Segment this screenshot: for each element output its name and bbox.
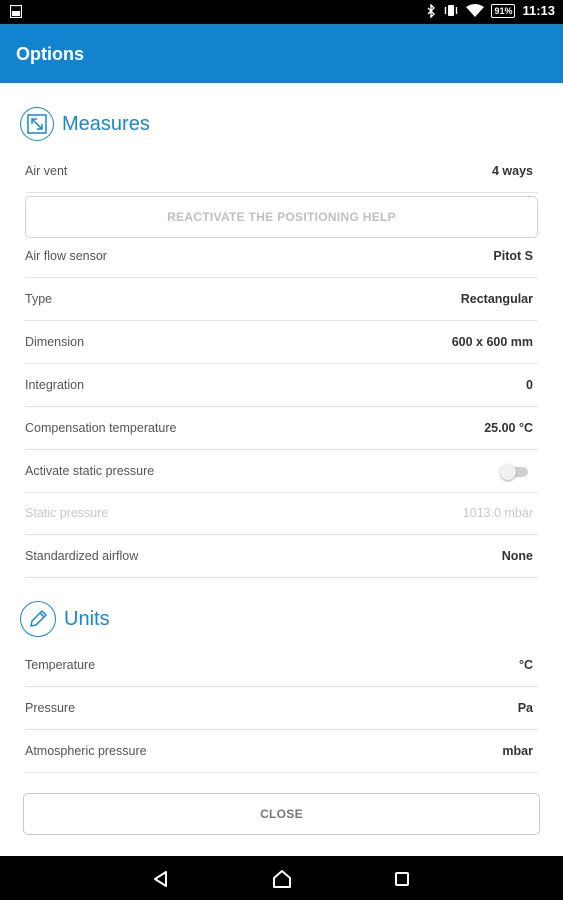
static-pressure-label: Static pressure bbox=[25, 506, 109, 520]
expand-arrows-icon bbox=[27, 114, 47, 134]
air-flow-sensor-label: Air flow sensor bbox=[25, 249, 107, 263]
integration-row[interactable]: Integration 0 bbox=[25, 364, 538, 407]
air-vent-label: Air vent bbox=[25, 164, 68, 178]
atmospheric-pressure-value: mbar bbox=[502, 744, 533, 758]
standardized-airflow-value: None bbox=[501, 549, 533, 563]
activate-static-pressure-label: Activate static pressure bbox=[25, 464, 155, 478]
temperature-label: Temperature bbox=[25, 658, 96, 672]
type-label: Type bbox=[25, 292, 53, 306]
units-section-header: Units bbox=[20, 601, 110, 637]
dimension-row[interactable]: Dimension 600 x 600 mm bbox=[25, 321, 538, 364]
recents-nav-button[interactable] bbox=[391, 868, 413, 890]
status-bar: 91% 11:13 bbox=[0, 0, 563, 24]
app-bar: Options bbox=[0, 24, 563, 83]
pencil-icon bbox=[30, 610, 47, 627]
toggle-knob bbox=[500, 464, 516, 480]
wifi-icon bbox=[466, 3, 485, 17]
type-row[interactable]: Type Rectangular bbox=[25, 278, 538, 321]
temperature-row[interactable]: Temperature °C bbox=[25, 644, 538, 687]
reactivate-positioning-help-button[interactable]: REACTIVATE THE POSITIONING HELP bbox=[25, 196, 538, 238]
air-vent-row[interactable]: Air vent 4 ways bbox=[25, 150, 538, 193]
measures-title: Measures bbox=[62, 112, 150, 135]
units-title: Units bbox=[64, 607, 110, 630]
battery-indicator: 91% bbox=[491, 3, 516, 18]
air-flow-sensor-value: Pitot S bbox=[493, 249, 533, 263]
integration-label: Integration bbox=[25, 378, 85, 392]
pressure-value: Pa bbox=[517, 701, 533, 715]
atmospheric-pressure-label: Atmospheric pressure bbox=[25, 744, 147, 758]
pressure-label: Pressure bbox=[25, 701, 76, 715]
page-title: Options bbox=[16, 44, 84, 64]
home-icon bbox=[273, 870, 291, 888]
bluetooth-icon bbox=[427, 3, 436, 18]
temperature-value: °C bbox=[518, 658, 533, 672]
back-triangle-icon bbox=[154, 871, 167, 887]
compensation-temperature-value: 25.00 °C bbox=[484, 421, 533, 435]
close-button[interactable]: CLOSE bbox=[23, 793, 540, 835]
measures-circle bbox=[20, 107, 54, 141]
back-nav-button[interactable] bbox=[150, 868, 172, 890]
air-vent-value: 4 ways bbox=[491, 164, 533, 178]
compensation-temperature-label: Compensation temperature bbox=[25, 421, 177, 435]
integration-value: 0 bbox=[526, 378, 533, 392]
pressure-row[interactable]: Pressure Pa bbox=[25, 687, 538, 730]
compensation-temperature-row[interactable]: Compensation temperature 25.00 °C bbox=[25, 407, 538, 450]
type-value: Rectangular bbox=[460, 292, 533, 306]
atmospheric-pressure-row[interactable]: Atmospheric pressure mbar bbox=[25, 730, 538, 773]
system-nav-bar bbox=[0, 856, 563, 900]
air-flow-sensor-row[interactable]: Air flow sensor Pitot S bbox=[25, 235, 538, 278]
home-nav-button[interactable] bbox=[271, 868, 293, 890]
status-time: 11:13 bbox=[522, 3, 555, 18]
dimension-value: 600 x 600 mm bbox=[451, 335, 533, 349]
vibrate-icon bbox=[445, 5, 458, 16]
static-pressure-toggle[interactable] bbox=[500, 464, 528, 480]
static-pressure-value: 1013.0 mbar bbox=[462, 506, 533, 520]
screenshot-notification-icon bbox=[10, 5, 22, 18]
options-content: Measures Air vent 4 ways REACTIVATE THE … bbox=[0, 83, 563, 856]
activate-static-pressure-row: Activate static pressure bbox=[25, 450, 538, 493]
recents-square-icon bbox=[395, 872, 409, 886]
measures-section-header: Measures bbox=[20, 107, 150, 141]
units-circle bbox=[20, 601, 56, 637]
dimension-label: Dimension bbox=[25, 335, 85, 349]
static-pressure-row: Static pressure 1013.0 mbar bbox=[25, 492, 538, 535]
standardized-airflow-row[interactable]: Standardized airflow None bbox=[25, 535, 538, 578]
standardized-airflow-label: Standardized airflow bbox=[25, 549, 139, 563]
